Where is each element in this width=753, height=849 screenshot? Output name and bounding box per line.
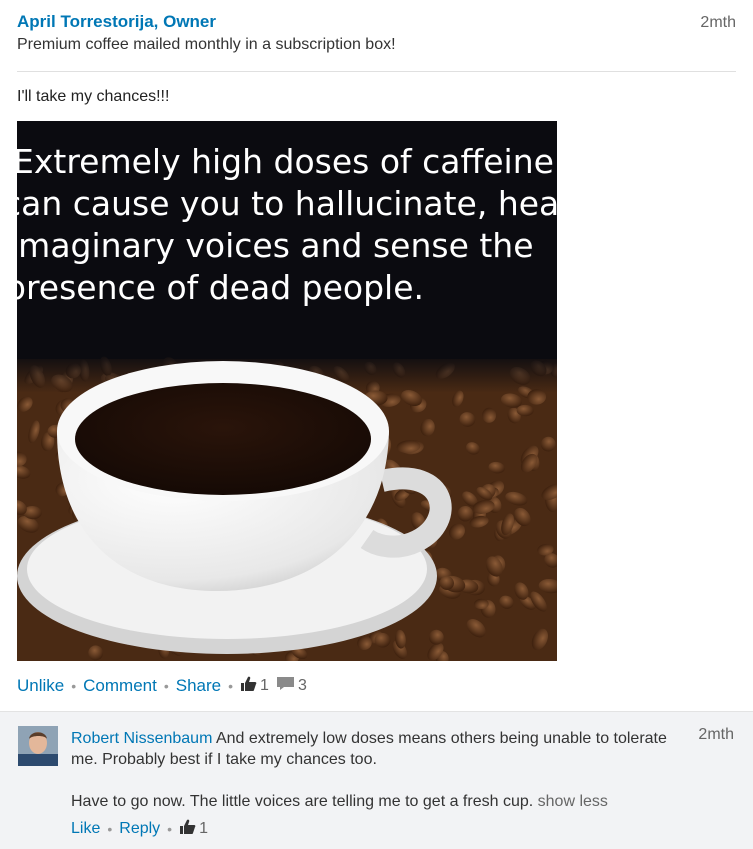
comment-body: Robert Nissenbaum And extremely low dose… (71, 728, 683, 812)
comment-paragraph-1: Robert Nissenbaum And extremely low dose… (71, 728, 683, 770)
comment-like-button[interactable]: Like (71, 820, 100, 838)
comment-reply-button[interactable]: Reply (119, 820, 160, 838)
separator-dot: • (163, 678, 169, 694)
comment-count: 3 (297, 677, 307, 694)
image-text-line-1: Extremely high doses of caffeine (17, 142, 554, 181)
share-button[interactable]: Share (176, 676, 221, 696)
show-less-link[interactable]: show less (538, 793, 608, 810)
comment-like-count: 1 (199, 820, 208, 837)
post-timestamp: 2mth (700, 14, 736, 31)
image-text-line-2: can cause you to hallucinate, hear (17, 184, 557, 223)
unlike-button[interactable]: Unlike (17, 676, 64, 696)
image-text-line-4: presence of dead people. (17, 268, 424, 307)
comment-paragraph-2: Have to go now. The little voices are te… (71, 791, 683, 812)
header-divider (17, 71, 736, 72)
post-actions: Unlike • Comment • Share • 1 3 (17, 676, 307, 696)
post-text: I'll take my chances!!! (17, 88, 170, 105)
image-text-line-3: imaginary voices and sense the (17, 226, 534, 265)
comment-section: Robert Nissenbaum And extremely low dose… (0, 711, 753, 849)
comment-actions: Like • Reply • 1 (71, 818, 208, 840)
author-name[interactable]: April Torrestorija, Owner (17, 12, 216, 32)
comment-text-2: Have to go now. The little voices are te… (71, 793, 534, 810)
separator-dot: • (71, 678, 77, 694)
comment-button[interactable]: Comment (83, 676, 157, 696)
author-headline: Premium coffee mailed monthly in a subsc… (17, 36, 396, 53)
like-count: 1 (260, 677, 269, 694)
separator-dot: • (167, 821, 173, 837)
post-image[interactable]: Extremely high doses of caffeine can cau… (17, 121, 557, 661)
thumbs-up-icon[interactable] (240, 675, 257, 697)
separator-dot: • (107, 821, 113, 837)
comment-bubble-icon[interactable] (276, 676, 295, 696)
separator-dot: • (228, 678, 234, 694)
commenter-name[interactable]: Robert Nissenbaum (71, 730, 212, 747)
avatar[interactable] (18, 726, 58, 766)
comment-timestamp: 2mth (698, 726, 734, 743)
coffee-image: Extremely high doses of caffeine can cau… (17, 121, 557, 661)
thumbs-up-icon[interactable] (179, 818, 196, 840)
